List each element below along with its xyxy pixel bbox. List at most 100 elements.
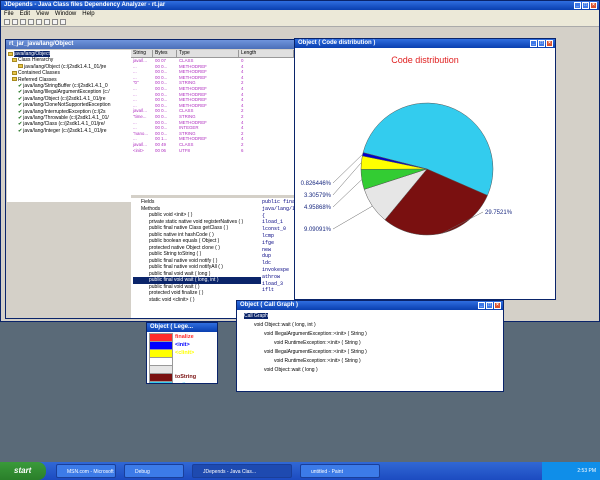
print-icon[interactable] [52,19,58,25]
copy-icon[interactable] [36,19,42,25]
clock: 2:53 PM [577,468,596,474]
close-icon[interactable]: × [494,302,501,309]
minimize-icon[interactable]: _ [530,40,537,47]
pie-slice-label: 0.826446% [301,181,332,187]
document-title: rt_jar_java/lang/Object [9,41,74,47]
menu-edit[interactable]: Edit [20,10,30,18]
call-graph-label: void Object::wait ( long, int ) [254,322,316,328]
legend-label: wait [175,382,186,383]
call-graph-label: void RuntimeException::<init> ( String ) [274,340,361,346]
close-icon[interactable]: × [546,40,553,47]
column-header[interactable]: Length [239,50,294,57]
tree-node[interactable]: ✔java/lang/Integer (c:/j2sdk1.4.1_01/jre [8,128,130,134]
menu-view[interactable]: View [36,10,49,18]
call-graph-node[interactable]: void Object::wait ( long ) [240,366,500,375]
document-window: rt_jar_java/lang/Object java/lang/Object… [5,39,297,319]
task-msn[interactable]: MSN.com - Microsoft ... [56,464,116,478]
bytecode-line: lcmp [262,232,275,239]
task-debug[interactable]: Debug [124,464,184,478]
help-icon[interactable] [60,19,66,25]
pie-slice-label: 9.09091% [304,227,332,233]
call-graph-node[interactable]: void IllegalArgumentException::<init> ( … [240,330,500,339]
call-graph-label: void IllegalArgumentException::<init> ( … [264,331,367,337]
bytecode-line: dup [262,253,272,260]
check-icon: ✔ [18,102,23,109]
table-row[interactable]: <init> 00 06 UTF8 6 [131,148,294,154]
column-header[interactable]: String [131,50,153,57]
bytecode-list: public final java/lang/In{iload_1 lconst_0… [262,199,296,294]
bytecode-line: { [262,212,266,219]
check-icon: ✔ [18,108,23,115]
class-tree: java/lang/Object Class Hierarchy java/la… [7,50,131,202]
check-icon: ✔ [18,127,23,134]
method-list: public void <init> ( ) private static nat… [133,212,261,303]
check-icon: ✔ [18,121,23,128]
call-graph-node[interactable]: void IllegalArgumentException::<init> ( … [240,348,500,357]
code-distribution-window: Object ( Code distribution ) _ □ × Code … [294,38,556,300]
call-graph-label: void IllegalArgumentException::<init> ( … [264,349,367,355]
new-icon[interactable] [4,19,10,25]
constant-pool-table: String Bytes Type Length java/l... 00 07 C… [131,50,294,195]
legend-list: finalize <init> <clinit> toString wait [147,332,217,383]
call-graph-tree: Call Graph void Object::wait ( long, int … [237,310,503,377]
legend-title-bar[interactable]: Object ( Lege... [147,323,217,332]
paste-icon[interactable] [44,19,50,25]
maximize-icon[interactable]: □ [538,40,545,47]
maximize-icon[interactable]: □ [486,302,493,309]
system-tray: 2:53 PM [542,462,600,480]
legend-label: <init> [175,342,190,348]
pie-chart: Code distribution 29.7521% 9.09091% 4.9586… [301,55,513,236]
column-header[interactable]: Type [177,50,239,57]
save-icon[interactable] [20,19,26,25]
task-paint[interactable]: untitled - Paint [300,464,380,478]
minimize-icon[interactable]: _ [574,2,581,9]
code-distribution-title-bar[interactable]: Object ( Code distribution ) _ □ × [295,39,555,48]
call-graph-title-bar[interactable]: Object ( Call Graph ) _ □ × [237,301,503,310]
menu-help[interactable]: Help [82,10,94,18]
table-cell: UTF8 [179,147,190,153]
call-graph-window-title: Object ( Call Graph ) [240,302,299,308]
call-graph-window: Object ( Call Graph ) _ □ × Call Graph vo… [236,300,504,392]
open-icon[interactable] [12,19,18,25]
taskbar: start MSN.com - Microsoft ... Debug JDep… [0,462,600,480]
bytecode-line: new [262,246,272,253]
call-graph-node[interactable]: void RuntimeException::<init> ( String ) [240,357,500,366]
folder-icon [18,64,23,69]
pie-slice-label: 29.7521% [485,210,513,216]
menu-window[interactable]: Window [55,10,76,18]
table-cell: 6 [241,147,244,153]
legend-window-title: Object ( Lege... [150,324,194,330]
bytecode-line: java/lang/In [262,205,296,212]
column-header[interactable]: Bytes [153,50,177,57]
minimize-icon[interactable]: _ [478,302,485,309]
call-graph-node[interactable]: void RuntimeException::<init> ( String ) [240,339,500,348]
legend-label: toString [175,374,197,380]
call-graph-label: void RuntimeException::<init> ( String ) [274,358,361,364]
bytecode-line: ifge [262,239,275,246]
bytecode-line: iload_3 [262,280,284,287]
folder-icon [12,70,17,75]
legend-label: finalize [175,334,194,340]
call-graph-node[interactable]: void Object::wait ( long, int ) [240,321,500,330]
bytecode-line: lconst_0 [262,226,287,233]
call-graph-node[interactable]: Call Graph [240,312,500,321]
bytecode-line: public final [262,199,296,205]
close-icon[interactable]: × [590,2,597,9]
table-header: String Bytes Type Length [131,50,294,58]
document-title-bar[interactable]: rt_jar_java/lang/Object [6,40,296,49]
toolbar [1,18,599,27]
check-icon: ✔ [18,115,23,122]
maximize-icon[interactable]: □ [582,2,589,9]
folder-icon [12,58,17,63]
task-jdepends[interactable]: JDepends - Java Clas... [192,464,292,478]
start-button[interactable]: start [0,462,46,480]
main-title-bar[interactable]: JDepends - Java Class files Dependency A… [1,1,599,10]
table-cell: <init> [133,147,144,153]
menu-bar: File Edit View Window Help [1,10,599,18]
legend-window: Object ( Lege... finalize <init> <clinit> t… [146,322,218,384]
menu-file[interactable]: File [4,10,14,18]
folder-icon [8,51,13,56]
pie-slice-label: 3.30579% [304,193,332,199]
bytecode-line: athrow [262,273,281,280]
cut-icon[interactable] [28,19,34,25]
